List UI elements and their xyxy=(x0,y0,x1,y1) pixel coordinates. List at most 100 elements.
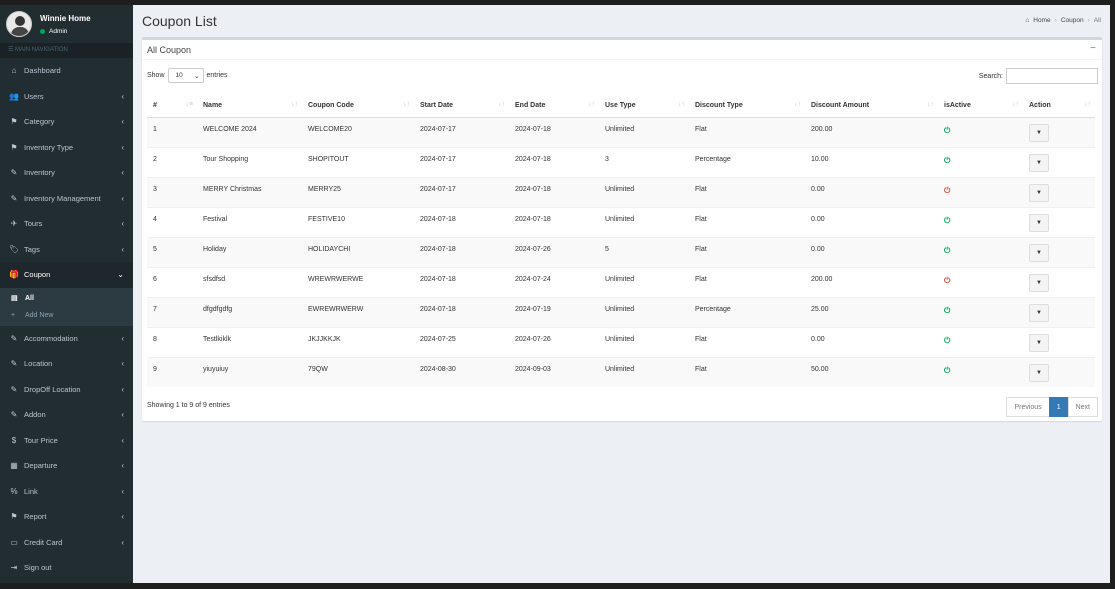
chevron-icon: ‹ xyxy=(121,461,124,471)
chevron-icon: ‹ xyxy=(121,435,124,445)
cell-dtype: Flat xyxy=(689,356,805,387)
action-dropdown-button[interactable]: ▼ xyxy=(1029,243,1049,262)
power-icon[interactable]: ⏻ xyxy=(944,306,950,315)
column-header-start-date[interactable]: Start Date ↓↑ xyxy=(414,95,509,118)
column-header-discount-amount[interactable]: Discount Amount ↓↑ xyxy=(805,95,938,118)
sidebar-item-accommodation[interactable]: ✎ Accommodation ‹ xyxy=(0,326,133,352)
sidebar-item-addon[interactable]: ✎ Addon ‹ xyxy=(0,402,133,428)
cell-amount: 0.00 xyxy=(805,206,938,237)
breadcrumb-home[interactable]: Home xyxy=(1033,17,1050,24)
submenu-item-all[interactable]: ▤ All xyxy=(0,290,133,307)
breadcrumb-section[interactable]: Coupon xyxy=(1061,17,1084,24)
sidebar-item-coupon[interactable]: 🎁 Coupon ⌄ xyxy=(0,262,133,288)
action-dropdown-button[interactable]: ▼ xyxy=(1029,183,1049,202)
sidebar-item-tour-price[interactable]: $ Tour Price ‹ xyxy=(0,428,133,454)
sidebar-item-tours[interactable]: ✈ Tours ‹ xyxy=(0,211,133,237)
cell-start: 2024-07-18 xyxy=(414,296,509,327)
cell-n: 8 xyxy=(147,326,197,357)
table-info: Showing 1 to 9 of 9 entries xyxy=(147,402,230,409)
sidebar-item-label: Category xyxy=(24,117,55,127)
column-header-use-type[interactable]: Use Type ↓↑ xyxy=(599,95,689,118)
column-header-name[interactable]: Name ↓↑ xyxy=(197,95,302,118)
cell-amount: 0.00 xyxy=(805,176,938,207)
menu-icon: ⚑ xyxy=(10,512,18,522)
action-dropdown-button[interactable]: ▼ xyxy=(1029,333,1049,352)
action-dropdown-button[interactable]: ▼ xyxy=(1029,123,1049,142)
power-icon[interactable]: ⏻ xyxy=(944,246,950,255)
cell-amount: 10.00 xyxy=(805,146,938,177)
sidebar-item-inventory-management[interactable]: ✎ Inventory Management ‹ xyxy=(0,186,133,212)
power-icon[interactable]: ⏻ xyxy=(944,336,950,345)
cell-use: Unlimited xyxy=(599,326,689,357)
sidebar-item-dashboard[interactable]: ⌂ Dashboard xyxy=(0,58,133,84)
previous-button[interactable]: Previous xyxy=(1006,397,1050,417)
column-header-discount-type[interactable]: Discount Type ↓↑ xyxy=(689,95,805,118)
sidebar-item-link[interactable]: % Link ‹ xyxy=(0,479,133,505)
sidebar-item-credit-card[interactable]: ▭ Credit Card ‹ xyxy=(0,530,133,556)
column-header-label: Discount Type xyxy=(695,102,743,110)
sidebar-item-inventory-type[interactable]: ⚑ Inventory Type ‹ xyxy=(0,135,133,161)
column-header-action[interactable]: Action ↓↑ xyxy=(1023,95,1095,118)
user-role: Admin xyxy=(49,28,68,35)
cell-amount: 0.00 xyxy=(805,236,938,267)
menu-icon: 🏷 xyxy=(9,244,20,254)
column-header-coupon-code[interactable]: Coupon Code ↓↑ xyxy=(302,95,414,118)
breadcrumb-current: All xyxy=(1093,17,1101,24)
chevron-icon: ‹ xyxy=(121,219,124,229)
column-header-isactive[interactable]: isActive ↓↑ xyxy=(938,95,1023,118)
column-header-number[interactable]: # ↓≡ xyxy=(147,95,197,118)
content-header: Coupon List ⌂ Home › Coupon › All xyxy=(133,5,1110,37)
sidebar-item-tags[interactable]: 🏷 Tags ‹ xyxy=(0,237,133,263)
caret-down-icon: ▼ xyxy=(1036,159,1042,166)
sidebar-item-dropoff-location[interactable]: ✎ DropOff Location ‹ xyxy=(0,377,133,403)
menu-icon: ▦ xyxy=(10,461,18,471)
power-icon[interactable]: ⏻ xyxy=(944,126,950,135)
cell-amount: 50.00 xyxy=(805,356,938,387)
sidebar-item-label: Users xyxy=(24,91,44,101)
action-dropdown-button[interactable]: ▼ xyxy=(1029,363,1049,382)
sidebar-item-inventory[interactable]: ✎ Inventory ‹ xyxy=(0,160,133,186)
page-title: Coupon List xyxy=(142,13,217,29)
cell-dtype: Flat xyxy=(689,176,805,207)
submenu-item-add-new[interactable]: + Add New xyxy=(0,307,133,324)
cell-start: 2024-07-18 xyxy=(414,236,509,267)
sidebar-item-report[interactable]: ⚑ Report ‹ xyxy=(0,504,133,530)
power-icon[interactable]: ⏻ xyxy=(944,156,950,165)
sidebar-item-departure[interactable]: ▦ Departure ‹ xyxy=(0,453,133,479)
cell-name: Holiday xyxy=(197,236,302,267)
action-dropdown-button[interactable]: ▼ xyxy=(1029,273,1049,292)
power-icon[interactable]: ⏻ xyxy=(944,216,950,225)
table-header-row: # ↓≡ Name ↓↑ Coupon Code ↓↑ Start Date ↓↑ End Da… xyxy=(147,95,1095,118)
nav-list-2: ✎ Accommodation ‹ ✎ Location ‹ ✎ DropOff Locati… xyxy=(0,326,133,581)
column-header-label: Coupon Code xyxy=(308,102,354,110)
avatar[interactable] xyxy=(6,11,32,37)
entries-select[interactable]: 10 ⌄ xyxy=(167,68,204,83)
caret-down-icon: ▼ xyxy=(1036,129,1042,136)
action-dropdown-button[interactable]: ▼ xyxy=(1029,153,1049,172)
collapse-button[interactable]: − xyxy=(1090,43,1096,54)
action-dropdown-button[interactable]: ▼ xyxy=(1029,213,1049,232)
sidebar-item-category[interactable]: ⚑ Category ‹ xyxy=(0,109,133,135)
cell-active: ⏻ xyxy=(938,176,1023,207)
next-button[interactable]: Next xyxy=(1067,397,1098,417)
sidebar-item-users[interactable]: 👥 Users ‹ xyxy=(0,84,133,110)
cell-start: 2024-07-17 xyxy=(414,146,509,177)
chevron-icon: ‹ xyxy=(121,537,124,547)
power-icon[interactable]: ⏻ xyxy=(944,276,950,285)
cell-end: 2024-07-24 xyxy=(509,266,599,297)
power-icon[interactable]: ⏻ xyxy=(944,366,950,375)
sidebar-item-location[interactable]: ✎ Location ‹ xyxy=(0,351,133,377)
sidebar-item-sign-out[interactable]: ⇥ Sign out xyxy=(0,555,133,581)
search-input[interactable] xyxy=(1006,68,1098,84)
column-header-label: # xyxy=(153,102,157,110)
menu-icon: ⌂ xyxy=(11,66,17,76)
cell-action: ▼ xyxy=(1023,206,1095,237)
action-dropdown-button[interactable]: ▼ xyxy=(1029,303,1049,322)
page-1-button[interactable]: 1 xyxy=(1048,397,1069,417)
menu-icon: ✎ xyxy=(10,384,18,394)
power-icon[interactable]: ⏻ xyxy=(944,186,950,195)
menu-icon: ⇥ xyxy=(10,563,18,573)
column-header-end-date[interactable]: End Date ↓↑ xyxy=(509,95,599,118)
table-row: 4 Festival FESTIVE10 2024-07-18 2024-07-18 Un… xyxy=(147,206,1095,237)
screen-frame: Winnie Home Admin ☰ MAIN NAVIGATION ⌂ Das… xyxy=(0,0,1115,589)
